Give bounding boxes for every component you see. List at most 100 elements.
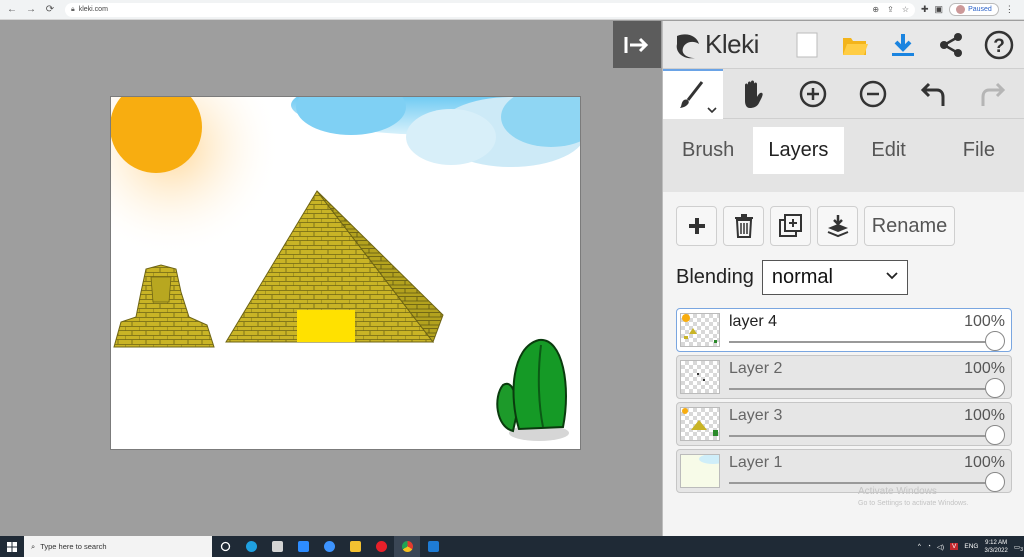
extensions-icon[interactable]: ✚ <box>921 4 929 15</box>
redo-icon[interactable] <box>963 69 1023 119</box>
tool-row <box>663 68 1024 119</box>
layer-name: layer 4 <box>729 313 778 330</box>
zoom-out-icon[interactable] <box>843 69 903 119</box>
tab-file[interactable]: File <box>934 127 1024 174</box>
opacity-slider-handle[interactable] <box>985 472 1005 492</box>
browser-toolbar: ← → ⟳ 🔒︎ kleki.com ⊕ ⇪ ☆ ✚ ▣ Paused ⋮ <box>0 0 1024 20</box>
zoom-meetings-icon[interactable] <box>316 536 342 557</box>
opacity-slider-handle[interactable] <box>985 425 1005 445</box>
add-layer-icon[interactable] <box>676 206 717 246</box>
app-name: Kleki <box>705 29 759 59</box>
tab-edit[interactable]: Edit <box>844 127 934 174</box>
delete-layer-icon[interactable] <box>723 206 764 246</box>
svg-text:?: ? <box>993 36 1005 57</box>
layer-name: Layer 2 <box>729 360 783 377</box>
opacity-slider-handle[interactable] <box>985 378 1005 398</box>
reload-icon[interactable]: ⟳ <box>43 3 57 17</box>
side-panel: Kleki ? Brush Layers Edit File Rename Bl… <box>662 21 1024 536</box>
rename-button[interactable]: Rename <box>864 206 955 246</box>
avatar <box>956 5 966 14</box>
layer-item[interactable]: layer 4 100% <box>676 308 1012 352</box>
search-placeholder: Type here to search <box>40 542 107 551</box>
blending-select[interactable]: normal <box>761 260 908 295</box>
opacity-slider-track[interactable] <box>729 482 997 484</box>
opacity-slider-track[interactable] <box>729 388 997 390</box>
tab-layers[interactable]: Layers <box>753 127 844 174</box>
layer-thumbnail <box>680 407 720 441</box>
kleki-logo-icon <box>676 33 699 58</box>
canvas-artwork <box>111 97 580 449</box>
profile-status: Paused <box>968 6 992 13</box>
edge-icon[interactable] <box>238 536 264 557</box>
blending-row: Blending normal <box>676 260 908 295</box>
merge-down-icon[interactable] <box>817 206 858 246</box>
duplicate-layer-icon[interactable] <box>770 206 811 246</box>
activate-windows-watermark: Activate Windows Go to Settings to activ… <box>858 486 969 510</box>
chrome-icon[interactable] <box>394 536 420 557</box>
language-indicator[interactable]: ENG <box>964 543 978 550</box>
layer-item[interactable]: Layer 3 100% <box>676 402 1012 446</box>
opacity-slider-track[interactable] <box>729 341 997 343</box>
file-explorer-icon[interactable] <box>342 536 368 557</box>
opacity-slider-track[interactable] <box>729 435 997 437</box>
opacity-slider-handle[interactable] <box>985 331 1005 351</box>
layers-pane: Rename Blending normal layer 4 100% Laye… <box>663 192 1024 536</box>
zoom-icon[interactable]: ⊕ <box>872 5 879 14</box>
layer-thumbnail <box>680 454 720 488</box>
opera-icon[interactable] <box>368 536 394 557</box>
sidebar-icon[interactable]: ▣ <box>935 4 944 15</box>
hand-tool-icon[interactable] <box>723 69 783 119</box>
back-icon[interactable]: ← <box>5 3 19 17</box>
kleki-logo[interactable]: Kleki <box>673 29 783 60</box>
profile-button[interactable]: Paused <box>949 3 999 16</box>
layer-name: Layer 1 <box>729 454 783 471</box>
layer-thumbnail <box>680 313 720 347</box>
windows-start-icon[interactable] <box>0 536 24 557</box>
notification-icon[interactable]: ▭ 3 <box>1014 543 1023 553</box>
task-view-icon[interactable] <box>212 536 238 557</box>
help-icon[interactable]: ? <box>975 21 1023 69</box>
drawing-canvas[interactable] <box>110 96 581 450</box>
undo-icon[interactable] <box>903 69 963 119</box>
network-icon[interactable]: ◔ <box>927 543 931 550</box>
watermark-title: Activate Windows <box>858 486 937 497</box>
watermark-subtitle: Go to Settings to activate Windows. <box>858 500 969 507</box>
new-image-icon[interactable] <box>783 21 831 69</box>
layer-item[interactable]: Layer 2 100% <box>676 355 1012 399</box>
layer-buttons: Rename <box>676 206 955 246</box>
layer-opacity: 100% <box>964 454 1005 471</box>
browser-menu-icon[interactable]: ⋮ <box>1005 4 1014 15</box>
lock-icon: 🔒︎ <box>71 5 75 13</box>
clock[interactable]: 9:12 AM 3/3/2022 <box>984 539 1007 555</box>
layer-opacity: 100% <box>964 360 1005 377</box>
volume-icon[interactable]: ◁) <box>937 543 944 551</box>
chevron-up-icon[interactable]: ^ <box>918 543 921 550</box>
taskbar-search[interactable]: ⌕ Type here to search <box>24 536 212 557</box>
tab-brush[interactable]: Brush <box>663 127 753 174</box>
layer-opacity: 100% <box>964 407 1005 424</box>
clock-date: 3/3/2022 <box>984 547 1008 554</box>
brush-tool-icon[interactable] <box>663 68 723 119</box>
clock-time: 9:12 AM <box>985 539 1008 546</box>
share-icon[interactable] <box>927 21 975 69</box>
layer-name: Layer 3 <box>729 407 783 424</box>
bookmark-star-icon[interactable]: ☆ <box>902 5 909 14</box>
antivirus-icon[interactable]: V <box>950 543 959 550</box>
layer-thumbnail <box>680 360 720 394</box>
share-page-icon[interactable]: ⇪ <box>887 5 894 14</box>
zoom-in-icon[interactable] <box>783 69 843 119</box>
address-bar[interactable]: 🔒︎ kleki.com ⊕ ⇪ ☆ <box>65 2 915 17</box>
app-icon[interactable] <box>264 536 290 557</box>
open-folder-icon[interactable] <box>831 21 879 69</box>
collapse-panel-icon[interactable] <box>613 21 661 68</box>
system-tray: ^ ◔ ◁) V ENG 9:12 AM 3/3/2022 ▭ 3 <box>918 539 1024 555</box>
chevron-down-icon <box>885 268 899 284</box>
layer-list: layer 4 100% Layer 2 100% Layer 3 100% L… <box>676 308 1012 496</box>
download-icon[interactable] <box>879 21 927 69</box>
photos-icon[interactable] <box>420 536 446 557</box>
zoom-app-icon[interactable] <box>290 536 316 557</box>
taskbar: ⌕ Type here to search ^ ◔ ◁) V ENG 9:12 … <box>0 536 1024 557</box>
search-icon: ⌕ <box>31 541 36 551</box>
blending-label: Blending <box>676 266 754 288</box>
forward-icon[interactable]: → <box>24 3 38 17</box>
